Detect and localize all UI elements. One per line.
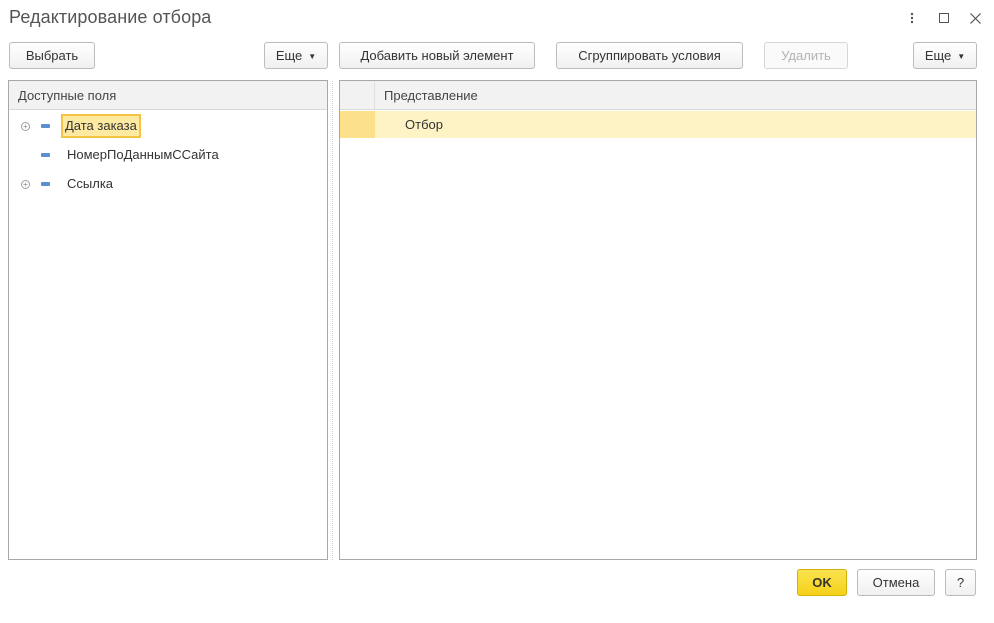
filter-header: Представление (340, 81, 976, 110)
more-vertical-icon[interactable] (903, 9, 921, 27)
right-more-button-label: Еще (924, 48, 952, 63)
maximize-icon[interactable] (935, 9, 953, 27)
chevron-down-icon: ▼ (957, 51, 966, 61)
window-title: Редактирование отбора (9, 7, 212, 27)
available-fields-panel[interactable]: Доступные поля + Дата заказа НомерПоДанн… (8, 80, 328, 560)
group-conditions-button-label: Сгруппировать условия (578, 48, 721, 63)
tree-item-order-date[interactable]: + Дата заказа (9, 114, 327, 138)
select-button[interactable]: Выбрать (9, 42, 95, 69)
cancel-button[interactable]: Отмена (857, 569, 935, 596)
field-icon (41, 182, 50, 186)
ok-button[interactable]: OK (797, 569, 847, 596)
available-fields-header: Доступные поля (9, 81, 327, 110)
add-element-button-label: Добавить новый элемент (360, 48, 514, 63)
filter-row[interactable]: Отбор (340, 111, 976, 138)
delete-button[interactable]: Удалить (764, 42, 848, 69)
panel-splitter[interactable] (332, 81, 334, 560)
tree-item-label: Дата заказа (61, 114, 141, 138)
field-icon (41, 153, 50, 157)
select-button-label: Выбрать (25, 48, 79, 63)
delete-button-label: Удалить (781, 48, 831, 63)
filter-panel[interactable]: Представление Отбор (339, 80, 977, 560)
expand-icon[interactable]: + (21, 179, 30, 189)
tree-item-label: НомерПоДаннымССайта (67, 147, 219, 162)
group-conditions-button[interactable]: Сгруппировать условия (556, 42, 743, 69)
left-more-button-label: Еще (275, 48, 303, 63)
filter-header-label: Представление (384, 87, 478, 103)
help-button-label: ? (956, 575, 965, 590)
marker-column-header (340, 81, 375, 109)
help-button[interactable]: ? (945, 569, 976, 596)
tree-item-site-number[interactable]: НомерПоДаннымССайта (9, 143, 327, 167)
row-marker (340, 111, 375, 138)
left-more-button[interactable]: Еще ▼ (264, 42, 328, 69)
chevron-down-icon: ▼ (308, 51, 317, 61)
filter-row-label: Отбор (405, 117, 443, 132)
cancel-button-label: Отмена (872, 575, 920, 590)
right-more-button[interactable]: Еще ▼ (913, 42, 977, 69)
ok-button-label: OK (812, 575, 832, 590)
add-element-button[interactable]: Добавить новый элемент (339, 42, 535, 69)
field-icon (41, 124, 50, 128)
close-icon[interactable] (966, 9, 984, 27)
tree-item-link[interactable]: + Ссылка (9, 172, 327, 196)
available-fields-header-label: Доступные поля (18, 87, 117, 103)
expand-icon[interactable]: + (21, 121, 30, 131)
tree-item-label: Ссылка (67, 176, 114, 191)
